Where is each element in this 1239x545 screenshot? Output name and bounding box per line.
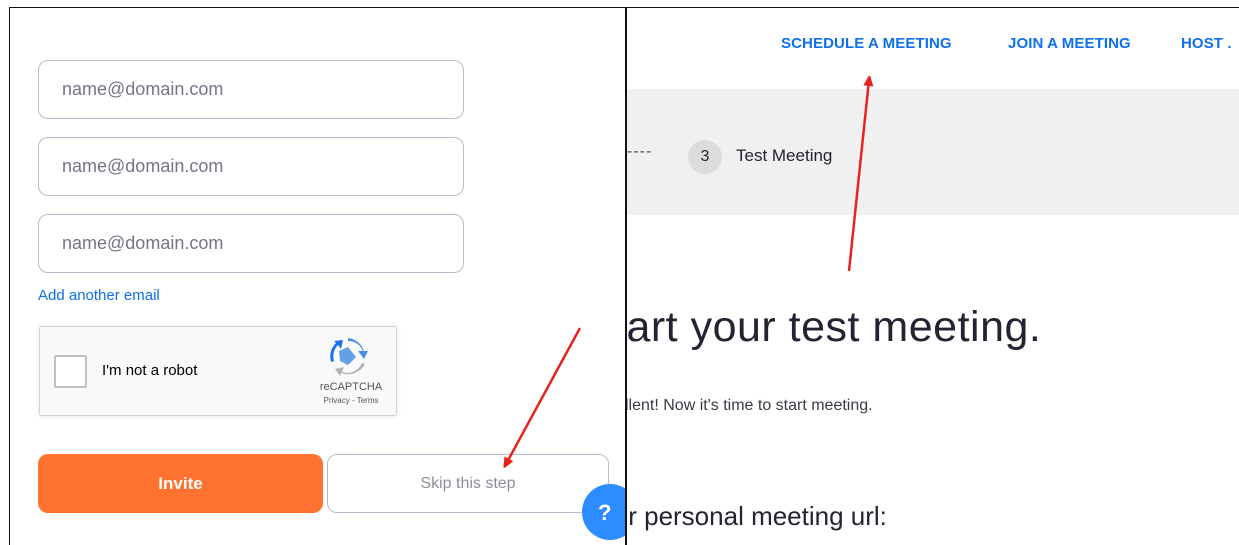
recaptcha-widget: I'm not a robot reCAPTCHA Privacy - Term… bbox=[39, 326, 397, 416]
email-field-1[interactable] bbox=[38, 60, 464, 119]
add-another-email-link[interactable]: Add another email bbox=[38, 287, 160, 304]
page-subtitle: llent! Now it's time to start meeting. bbox=[626, 397, 873, 414]
step-number-badge: 3 bbox=[688, 140, 722, 174]
nav-host-meeting[interactable]: HOST . bbox=[1181, 35, 1232, 52]
stepper-bar: ---- 3 Test Meeting bbox=[627, 89, 1239, 215]
step-connector: ---- bbox=[627, 143, 653, 160]
invite-panel: Add another email I'm not a robot reCAPT… bbox=[9, 7, 626, 545]
recaptcha-privacy-terms[interactable]: Privacy - Terms bbox=[310, 396, 392, 405]
email-input-3[interactable] bbox=[62, 233, 463, 254]
page-title: :art your test meeting. bbox=[626, 303, 1042, 351]
invite-button[interactable]: Invite bbox=[38, 454, 323, 513]
recaptcha-label: I'm not a robot bbox=[102, 362, 198, 379]
email-field-3[interactable] bbox=[38, 214, 464, 273]
step-label: Test Meeting bbox=[736, 146, 833, 165]
help-icon: ? bbox=[598, 500, 612, 525]
nav-join-meeting[interactable]: JOIN A MEETING bbox=[1008, 35, 1131, 52]
recaptcha-checkbox[interactable] bbox=[54, 355, 87, 388]
personal-meeting-url-heading: ır personal meeting url: bbox=[626, 501, 887, 531]
recaptcha-brand-text: reCAPTCHA bbox=[319, 381, 383, 393]
recaptcha-logo-icon bbox=[330, 338, 368, 376]
email-field-2[interactable] bbox=[38, 137, 464, 196]
test-meeting-panel: SCHEDULE A MEETING JOIN A MEETING HOST .… bbox=[626, 7, 1239, 545]
email-input-1[interactable] bbox=[62, 79, 463, 100]
help-chat-button[interactable]: ? bbox=[582, 484, 625, 540]
email-input-2[interactable] bbox=[62, 156, 463, 177]
skip-this-step-button[interactable]: Skip this step bbox=[327, 454, 609, 513]
nav-schedule-meeting[interactable]: SCHEDULE A MEETING bbox=[781, 35, 952, 52]
